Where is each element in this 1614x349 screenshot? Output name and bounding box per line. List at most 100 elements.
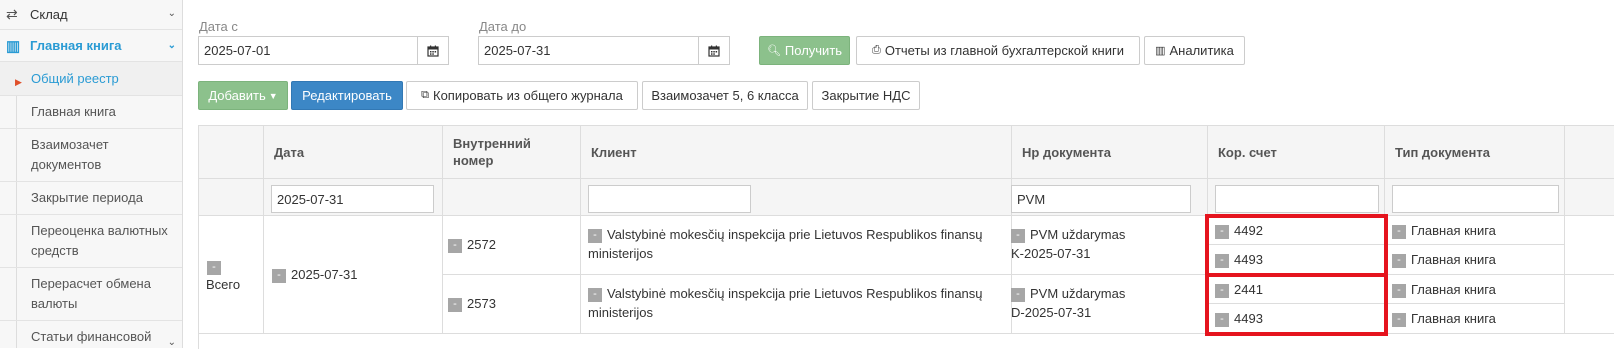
chevron-down-icon: ⌄ <box>167 8 176 19</box>
sidebar-item-label: Главная книга <box>31 104 116 119</box>
tree-line <box>16 321 17 348</box>
client-filter-input[interactable] <box>588 185 751 213</box>
highlight-box <box>1205 273 1388 336</box>
filter-cell <box>443 179 581 216</box>
doc-type-value[interactable]: - Главная книга <box>1392 250 1496 269</box>
analytics-button-label: Аналитика <box>1169 43 1234 58</box>
minus-icon[interactable]: - <box>272 268 286 283</box>
date-filter-input[interactable]: 2025-07-31 <box>271 185 434 213</box>
client-value[interactable]: - Valstybinė mokesčių inspekcija prie Lie… <box>588 284 998 322</box>
minus-icon[interactable]: - <box>1392 312 1406 327</box>
header-date[interactable]: Дата <box>264 126 443 179</box>
doc-type-value[interactable]: - Главная книга <box>1392 221 1496 240</box>
print-icon: ⎙ <box>872 44 881 56</box>
sidebar-item-warehouse[interactable]: ⇄ Склад ⌄ <box>0 0 182 30</box>
sidebar-item-label: Переоценка валютных средств <box>31 223 168 258</box>
minus-icon[interactable]: - <box>207 260 221 275</box>
header-doc-number[interactable]: Нр документа <box>1012 126 1208 179</box>
doc-type-value[interactable]: - Главная книга <box>1392 309 1496 328</box>
sidebar-item-general-ledger[interactable]: Главная книга <box>0 96 182 129</box>
minus-icon[interactable]: - <box>448 297 462 312</box>
sidebar-item-label: Закрытие периода <box>31 190 143 205</box>
client-value[interactable]: - Valstybinė mokesčių inspekcija prie Lie… <box>588 225 998 263</box>
minus-icon[interactable]: - <box>1392 224 1406 239</box>
sidebar-section-general-ledger[interactable]: ▥ Главная книга ⌄ <box>0 30 182 62</box>
calendar-icon[interactable] <box>418 36 449 65</box>
analytics-button[interactable]: ▥ Аналитика <box>1144 36 1245 65</box>
filter-cell: PVM <box>1011 179 1208 216</box>
doc-type-cell: - Главная книга <box>1385 245 1565 275</box>
caret-down-icon: ▼ <box>268 90 278 101</box>
date-from-label: Дата с <box>199 19 238 34</box>
minus-icon[interactable]: - <box>588 228 602 243</box>
doc-type-cell: - Главная книга <box>1385 275 1565 304</box>
minus-icon[interactable]: - <box>1392 283 1406 298</box>
internal-number[interactable]: -2572 <box>448 235 496 254</box>
header-internal-number-label: Внутренний номер <box>453 136 531 168</box>
copy-from-journal-button[interactable]: ⧉ Копировать из общего журнала <box>406 81 638 110</box>
filter-cell <box>581 179 1012 216</box>
minus-icon[interactable]: - <box>448 238 462 253</box>
header-extra <box>1565 126 1614 179</box>
minus-icon[interactable]: - <box>1011 287 1025 302</box>
minus-icon[interactable]: - <box>1011 228 1025 243</box>
sidebar-item-label: Статьи финансовой <box>31 329 152 344</box>
sidebar-item-label: Перерасчет обмена валюты <box>31 276 151 311</box>
ledger-table: Дата Внутренний номер Клиент Нр документ… <box>198 125 1614 349</box>
offset-class-button[interactable]: Взаимозачет 5, 6 класса <box>642 81 808 110</box>
group-collapse[interactable]: - <box>207 257 226 276</box>
internal-number[interactable]: -2573 <box>448 294 496 313</box>
doc-number-value[interactable]: - PVM uždarymas D-2025-07-31 <box>1011 284 1201 322</box>
calendar-icon[interactable] <box>699 36 730 65</box>
table-row-client: - Valstybinė mokesčių inspekcija prie Lie… <box>581 275 1012 334</box>
date-to-input[interactable]: 2025-07-31 <box>478 36 699 65</box>
add-button[interactable]: Добавить ▼ <box>198 81 288 110</box>
get-button-label: Получить <box>784 43 843 58</box>
minus-icon[interactable]: - <box>588 287 602 302</box>
cor-account-filter-input[interactable] <box>1215 185 1379 213</box>
table-row-client: - Valstybinė mokesčių inspekcija prie Lie… <box>581 216 1012 275</box>
copy-icon: ⧉ <box>421 89 429 101</box>
sidebar-item-exchange-recalculation[interactable]: Перерасчет обмена валюты <box>0 268 182 321</box>
reports-button-label: Отчеты из главной бухгалтерской книги <box>884 43 1124 58</box>
date-from-input[interactable]: 2025-07-01 <box>198 36 418 65</box>
header-doc-type[interactable]: Тип документа <box>1385 126 1565 179</box>
tree-line <box>16 215 17 267</box>
doc-type-value[interactable]: - Главная книга <box>1392 280 1496 299</box>
header-internal-number[interactable]: Внутренний номер <box>443 126 581 179</box>
doc-type-text: Главная книга <box>1411 311 1496 326</box>
filter-cell <box>1208 179 1385 216</box>
sidebar-item-financial-articles[interactable]: Статьи финансовой ⌄ <box>0 321 182 348</box>
doc-number-filter-input[interactable]: PVM <box>1011 185 1191 213</box>
caret-right-icon: ▶ <box>15 77 22 87</box>
doc-number-value[interactable]: - PVM uždarymas K-2025-07-31 <box>1011 225 1201 263</box>
table-row-doc-number: - PVM uždarymas K-2025-07-31 <box>1011 216 1208 275</box>
sidebar-item-period-close[interactable]: Закрытие периода <box>0 182 182 215</box>
search-icon: 🔍︎ <box>766 45 781 57</box>
sidebar: ⇄ Склад ⌄ ▥ Главная книга ⌄ ▶ Общий реес… <box>0 0 183 348</box>
tree-line <box>16 96 17 128</box>
date-value[interactable]: -2025-07-31 <box>272 265 358 284</box>
filter-cell <box>1565 179 1614 216</box>
get-button[interactable]: 🔍︎ Получить <box>759 36 850 65</box>
group-cell: - Всего <box>198 216 264 334</box>
sidebar-item-document-offset[interactable]: Взаимозачет документов <box>0 129 182 182</box>
doc-number-line2: D-2025-07-31 <box>1011 305 1092 320</box>
sidebar-item-currency-revaluation[interactable]: Переоценка валютных средств <box>0 215 182 268</box>
date-text: 2025-07-31 <box>291 267 358 282</box>
minus-icon[interactable]: - <box>1392 253 1406 268</box>
sidebar-item-general-register[interactable]: ▶ Общий реестр <box>0 62 182 96</box>
doc-type-cell: - Главная книга <box>1385 216 1565 245</box>
sidebar-item-label: Взаимозачет документов <box>31 137 109 172</box>
reports-button[interactable]: ⎙ Отчеты из главной бухгалтерской книги <box>856 36 1140 65</box>
chevron-down-icon: ⌄ <box>167 337 176 348</box>
vat-close-button[interactable]: Закрытие НДС <box>812 81 920 110</box>
chevron-down-icon: ⌄ <box>167 40 176 51</box>
copy-button-label: Копировать из общего журнала <box>433 88 623 103</box>
highlight-box <box>1205 214 1388 277</box>
edit-button[interactable]: Редактировать <box>291 81 403 110</box>
header-client[interactable]: Клиент <box>581 126 1012 179</box>
header-cor-account[interactable]: Кор. счет <box>1208 126 1385 179</box>
doc-type-filter-input[interactable] <box>1392 185 1559 213</box>
doc-number-line2: K-2025-07-31 <box>1011 246 1091 261</box>
